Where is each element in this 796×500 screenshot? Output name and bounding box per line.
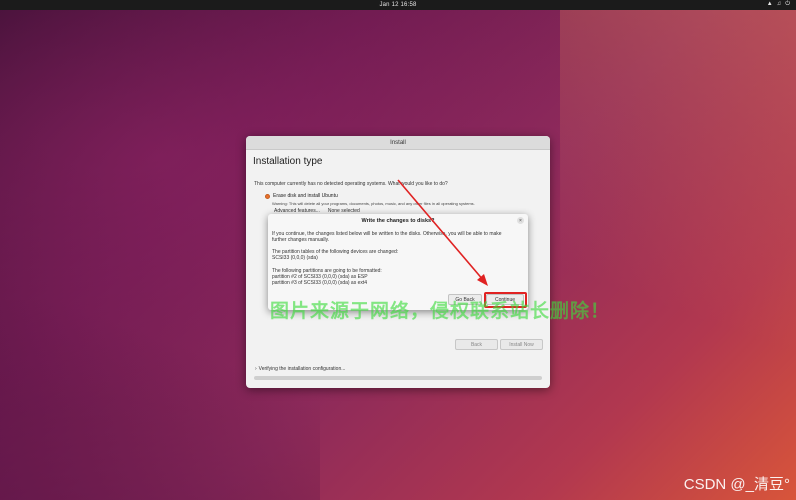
window-titlebar[interactable]: Install <box>246 136 550 150</box>
watermark-text: 图片来源于网络，侵权联系站长删除！ <box>270 301 611 322</box>
progress-bar <box>254 376 542 380</box>
top-bar: Jan 12 16:58 ▲ ♫ ⏻ <box>0 0 796 10</box>
power-icon: ⏻ <box>785 1 790 7</box>
back-button[interactable]: Back <box>455 339 498 350</box>
volume-icon: ♫ <box>776 1 782 7</box>
dialog-text-4: SCSI33 (0,0,0) (sda) <box>272 255 318 261</box>
dialog-text-2: further changes manually. <box>272 237 330 243</box>
wallpaper-ray <box>560 10 796 500</box>
intro-text: This computer currently has no detected … <box>254 181 448 187</box>
clock[interactable]: Jan 12 16:58 <box>379 2 416 8</box>
install-now-button[interactable]: Install Now <box>500 339 543 350</box>
expander-icon[interactable]: › <box>255 366 257 372</box>
status-row: › Verifying the installation configurati… <box>255 366 345 372</box>
network-icon: ▲ <box>766 1 773 7</box>
credit-text: CSDN @_清豆° <box>683 476 790 493</box>
erase-disk-option[interactable]: Erase disk and install Ubuntu <box>265 193 338 199</box>
status-text: Verifying the installation configuration… <box>258 366 346 372</box>
dialog-title: Write the changes to disks? <box>361 218 435 224</box>
radio-selected-icon[interactable] <box>265 193 270 199</box>
system-tray[interactable]: ▲ ♫ ⏻ <box>767 1 790 8</box>
window-title: Install <box>390 139 406 146</box>
dialog-text-7: partition #3 of SCSI33 (0,0,0) (sda) as … <box>272 280 368 286</box>
page-title: Installation type <box>253 156 323 167</box>
erase-warning: Warning: This will delete all your progr… <box>272 201 475 206</box>
erase-disk-label: Erase disk and install Ubuntu <box>273 193 338 199</box>
close-icon[interactable]: × <box>517 217 524 224</box>
